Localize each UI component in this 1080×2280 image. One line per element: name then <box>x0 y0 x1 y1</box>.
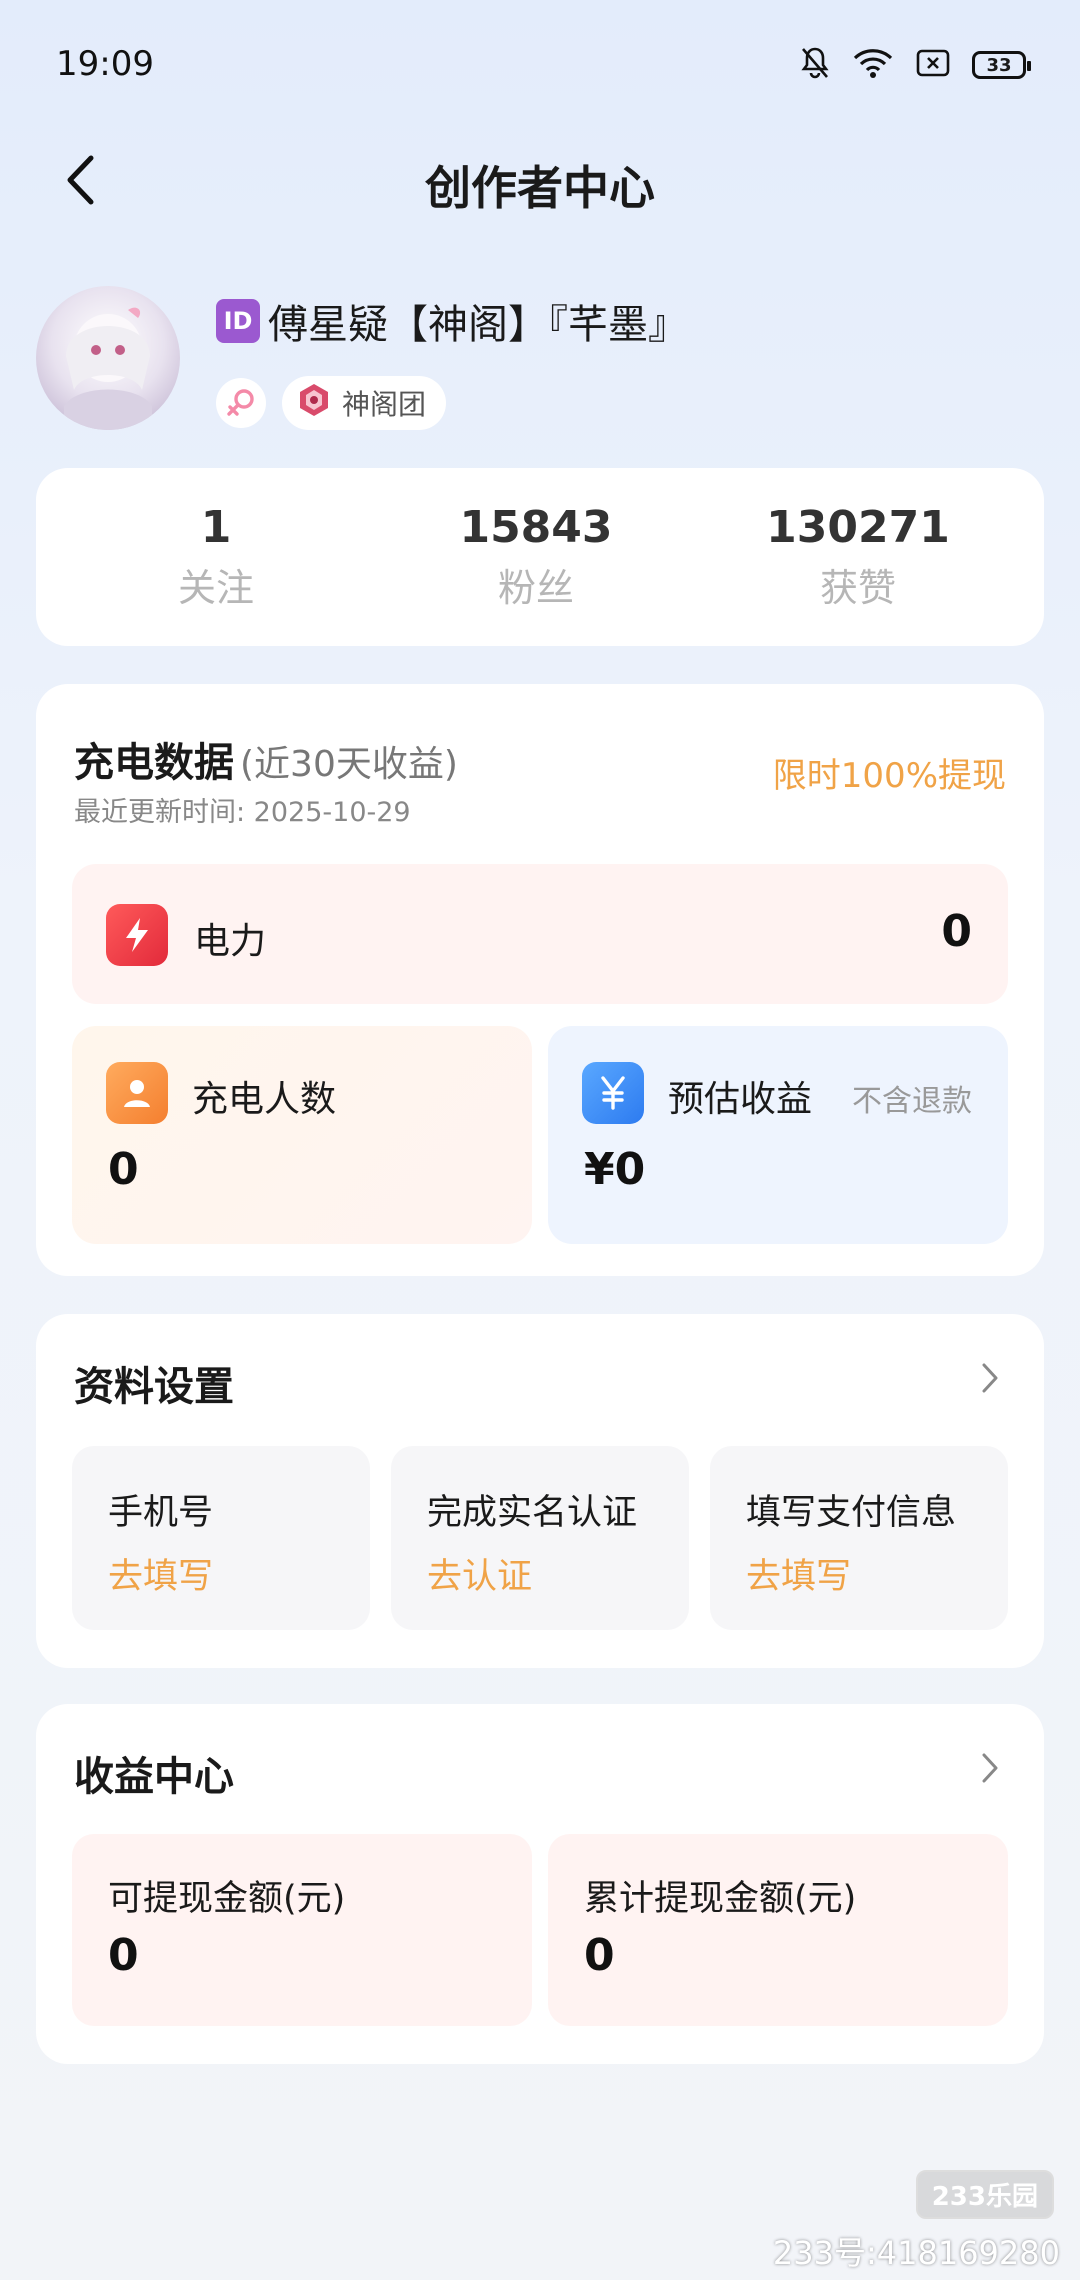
section-title: 资料设置 <box>74 1364 234 1410</box>
id-badge: ID <box>216 299 260 343</box>
sim-off-icon <box>916 48 950 82</box>
stat-label: 获赞 <box>819 566 896 610</box>
group-badge[interactable]: 神阁团 <box>282 376 447 430</box>
stat-fans[interactable]: 15843 粉丝 <box>386 502 686 612</box>
profile-settings-card[interactable]: 资料设置 手机号 去填写 完成实名认证 去认证 填写支付信息 去填写 <box>36 1314 1044 1668</box>
power-box: 电力 0 <box>72 864 1008 1004</box>
status-bar: 19:09 33 <box>0 0 1080 130</box>
group-badge-label: 神阁团 <box>342 388 427 421</box>
user-name: ID 傅星疑【神阁】『芊墨』 <box>216 292 688 350</box>
stat-following[interactable]: 1 关注 <box>66 502 366 612</box>
estimated-income-label: 预估收益 <box>668 1079 813 1120</box>
power-value: 0 <box>941 906 972 957</box>
stat-label: 粉丝 <box>497 566 574 610</box>
estimated-income-box: 预估收益 不含退款 ¥0 <box>548 1026 1008 1244</box>
stats-card: 1 关注 15843 粉丝 130271 获赞 <box>36 468 1044 646</box>
nav-bar: 创作者中心 <box>0 130 1080 230</box>
supporters-label: 充电人数 <box>192 1079 337 1120</box>
lightning-icon <box>106 904 168 966</box>
watermark-logo: 233乐园 <box>915 2170 1054 2219</box>
profile-header: ID 傅星疑【神阁】『芊墨』 神阁团 <box>0 280 1080 450</box>
stat-value: 130271 <box>766 502 950 553</box>
setting-action[interactable]: 去填写 <box>108 1548 213 1599</box>
power-label: 电力 <box>194 921 267 962</box>
wifi-icon <box>852 47 894 83</box>
total-withdrawn-tile[interactable]: 累计提现金额(元) 0 <box>548 1834 1008 2026</box>
charge-subtitle: (近30天收益) <box>240 744 458 785</box>
page-title: 创作者中心 <box>425 161 655 215</box>
estimated-income-value: ¥0 <box>584 1144 646 1195</box>
income-value: 0 <box>584 1930 615 1981</box>
payment-setting-tile[interactable]: 填写支付信息 去填写 <box>710 1446 1008 1630</box>
female-icon <box>216 378 266 428</box>
profile-badges: 神阁团 <box>216 376 447 430</box>
person-icon <box>106 1062 168 1124</box>
user-name-text: 傅星疑【神阁】『芊墨』 <box>268 302 688 348</box>
setting-action[interactable]: 去填写 <box>746 1548 851 1599</box>
supporters-value: 0 <box>108 1144 139 1195</box>
stat-label: 关注 <box>177 566 254 610</box>
income-center-card[interactable]: 收益中心 可提现金额(元) 0 累计提现金额(元) 0 <box>36 1704 1044 2064</box>
phone-setting-tile[interactable]: 手机号 去填写 <box>72 1446 370 1630</box>
avatar[interactable] <box>36 286 180 430</box>
withdrawable-amount-tile[interactable]: 可提现金额(元) 0 <box>72 1834 532 2026</box>
stat-likes[interactable]: 130271 获赞 <box>708 502 1008 612</box>
charge-data-card: 充电数据 (近30天收益) 最近更新时间: 2025-10-29 限时100%提现… <box>36 684 1044 1276</box>
chevron-right-icon[interactable] <box>976 1750 1004 1786</box>
income-label: 累计提现金额(元) <box>584 1879 857 1919</box>
estimated-income-hint: 不含退款 <box>852 1084 972 1119</box>
real-name-setting-tile[interactable]: 完成实名认证 去认证 <box>391 1446 689 1630</box>
yuan-icon <box>582 1062 644 1124</box>
group-emblem-icon <box>296 382 332 425</box>
withdraw-promo-link[interactable]: 限时100%提现 <box>773 748 1006 797</box>
battery-icon: 33 <box>972 51 1031 79</box>
chevron-right-icon[interactable] <box>976 1360 1004 1396</box>
bell-muted-icon <box>800 46 830 84</box>
section-title: 收益中心 <box>74 1754 234 1800</box>
supporters-box: 充电人数 0 <box>72 1026 532 1244</box>
setting-label: 手机号 <box>108 1493 214 1533</box>
stat-value: 1 <box>200 502 232 553</box>
setting-label: 完成实名认证 <box>427 1493 638 1533</box>
stat-value: 15843 <box>459 502 613 553</box>
charge-updated-time: 最近更新时间: 2025-10-29 <box>74 797 411 828</box>
setting-label: 填写支付信息 <box>746 1493 957 1533</box>
status-time: 19:09 <box>56 44 154 84</box>
charge-title: 充电数据 (近30天收益) <box>74 730 458 788</box>
status-icons: 33 <box>800 46 1031 84</box>
setting-action[interactable]: 去认证 <box>427 1548 532 1599</box>
income-label: 可提现金额(元) <box>108 1879 346 1919</box>
income-value: 0 <box>108 1930 139 1981</box>
charge-title-text: 充电数据 <box>74 740 234 786</box>
watermark-text: 233号:418169280 <box>772 2234 1060 2272</box>
